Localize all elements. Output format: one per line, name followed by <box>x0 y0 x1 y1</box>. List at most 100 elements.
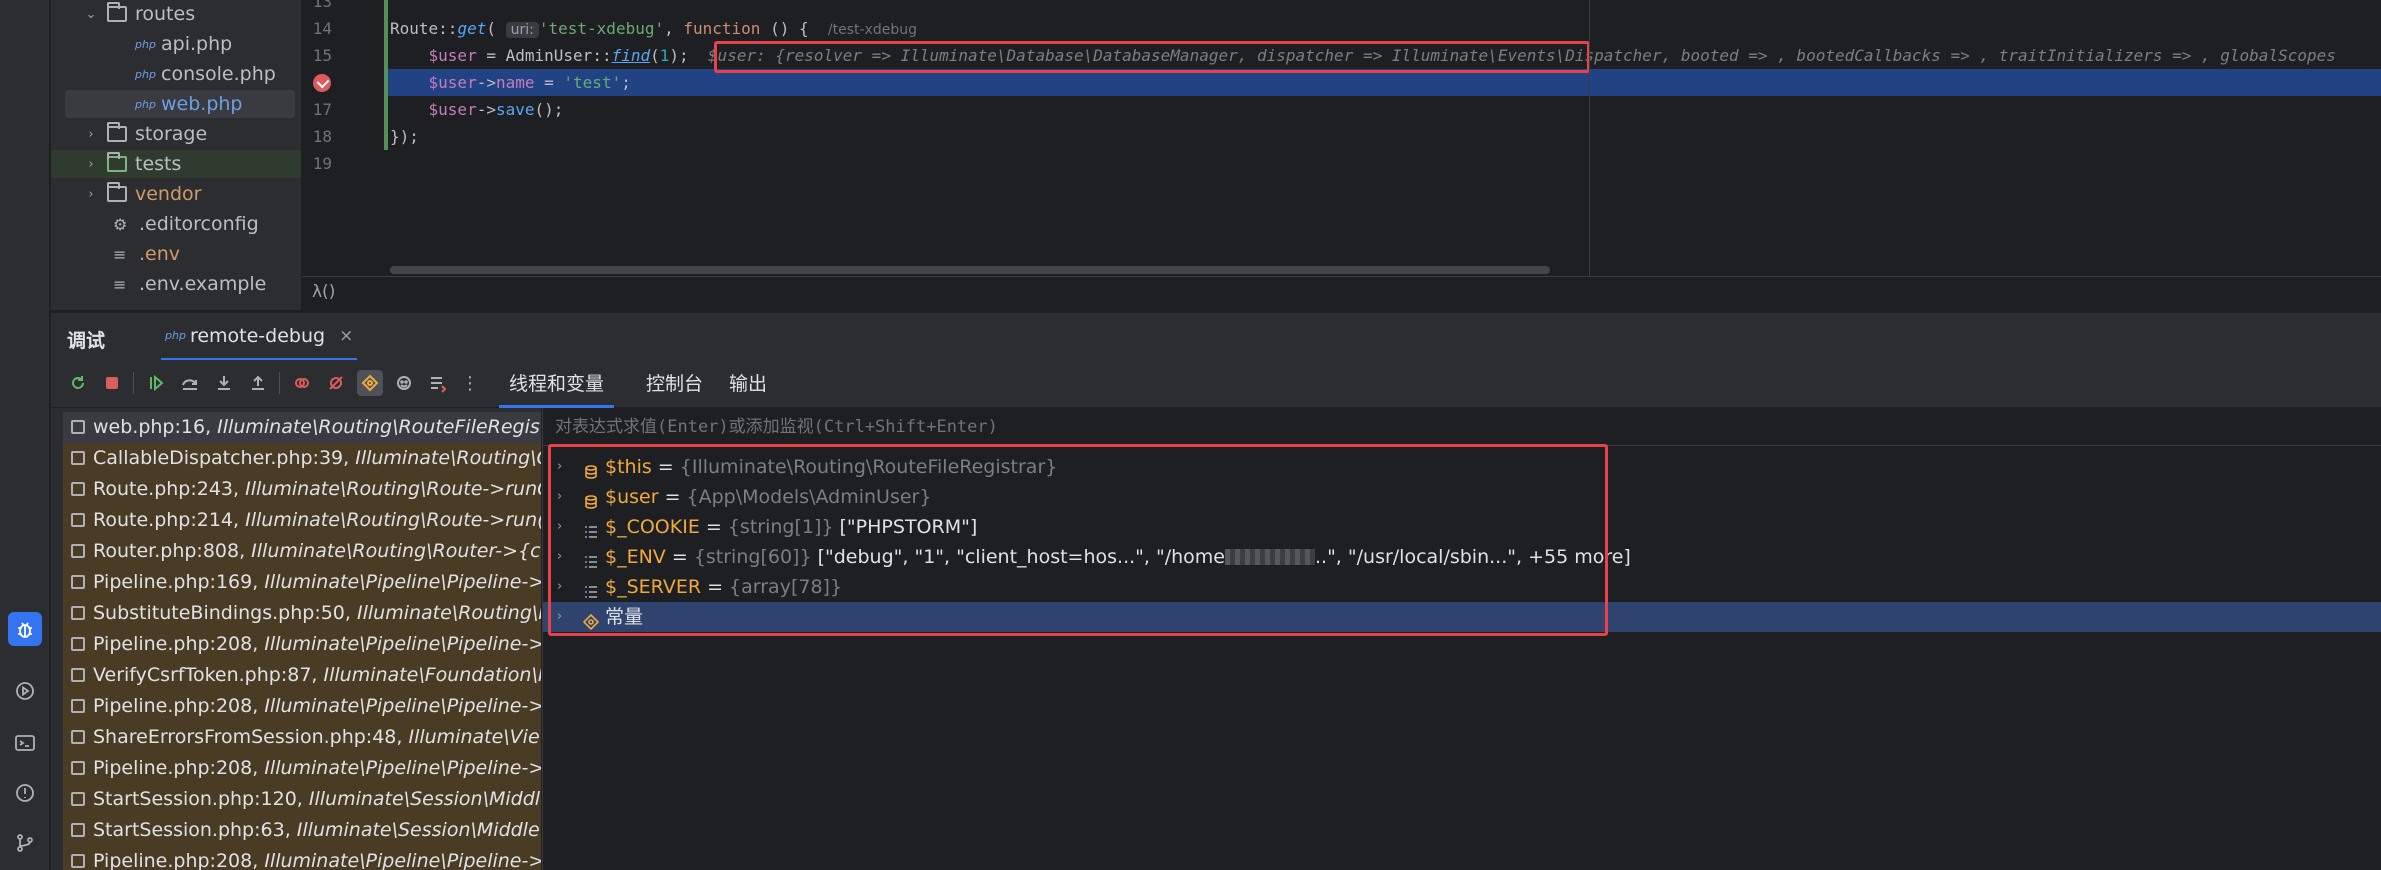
breakpoint-icon[interactable] <box>313 74 331 92</box>
chevron-right-icon[interactable]: › <box>557 482 562 512</box>
stack-frame[interactable]: CallableDispatcher.php:39, Illuminate\Ro… <box>63 443 541 474</box>
variable-value-tail: ..", "/usr/local/sbin...", +55 more] <box>1314 546 1631 568</box>
stack-frame[interactable]: Pipeline.php:169, Illuminate\Pipeline\Pi… <box>63 567 541 598</box>
break-at-first-line-icon[interactable] <box>357 370 383 396</box>
chevron-right-icon[interactable]: › <box>557 512 562 542</box>
variable-row[interactable]: › 常量 <box>543 602 2381 632</box>
variable-equals: = <box>665 546 694 568</box>
stack-frame[interactable]: Route.php:214, Illuminate\Routing\Route-… <box>63 505 541 536</box>
frame-icon <box>71 482 85 496</box>
close-icon[interactable]: × <box>339 326 353 346</box>
stack-frame[interactable]: Router.php:808, Illuminate\Routing\Route… <box>63 536 541 567</box>
variable-row[interactable]: › $_COOKIE = {string[1]} ["PHPSTORM"] <box>543 512 2381 542</box>
chevron-right-icon[interactable]: › <box>557 572 562 602</box>
variable-row[interactable]: › $this = {Illuminate\Routing\RouteFileRe… <box>543 452 2381 482</box>
tree-folder-vendor[interactable]: › vendor <box>83 180 293 208</box>
tree-label: api.php <box>161 33 233 55</box>
tab-output[interactable]: 输出 <box>719 360 777 408</box>
code-line-17[interactable]: $user->save(); <box>390 96 564 123</box>
resume-icon[interactable] <box>143 370 169 396</box>
stack-frame[interactable]: Pipeline.php:208, Illuminate\Pipeline\Pi… <box>63 691 541 722</box>
step-into-icon[interactable] <box>211 370 237 396</box>
settings-list-icon[interactable] <box>425 370 451 396</box>
variable-content: $_SERVER = {array[78]} <box>605 572 842 602</box>
tree-file-env[interactable]: ≡ .env <box>113 240 293 268</box>
stack-frame[interactable]: StartSession.php:63, Illuminate\Session\… <box>63 815 541 846</box>
run-icon[interactable] <box>8 674 42 708</box>
variable-row[interactable]: › $user = {App\Models\AdminUser} <box>543 482 2381 512</box>
tab-console[interactable]: 控制台 <box>636 360 713 408</box>
tree-folder-storage[interactable]: › storage <box>83 120 293 148</box>
git-icon[interactable] <box>8 826 42 860</box>
debug-session-tab[interactable]: php remote-debug × <box>161 313 358 361</box>
code-line-14[interactable]: Route::get( uri:'test-xdebug', function … <box>390 15 917 42</box>
problems-icon[interactable] <box>8 776 42 810</box>
frame-location: Illuminate\Pipeline\Pipeline->{closure <box>264 633 541 655</box>
tree-file-env-example[interactable]: ≡ .env.example <box>113 270 293 298</box>
chevron-right-icon[interactable]: › <box>557 602 562 632</box>
tab-threads-variables[interactable]: 线程和变量 <box>499 360 615 408</box>
tree-label: .env.example <box>139 273 267 295</box>
folder-icon <box>107 182 127 202</box>
stack-frame[interactable]: SubstituteBindings.php:50, Illuminate\Ro… <box>63 598 541 629</box>
tree-folder-routes[interactable]: ⌄ routes <box>83 0 293 28</box>
variable-type: {App\Models\AdminUser} <box>686 486 932 508</box>
frames-list: web.php:16, Illuminate\Routing\RouteFile… <box>51 408 541 870</box>
variables-panel: 对表达式求值(Enter)或添加监视(Ctrl+Shift+Enter) › $t… <box>542 408 2381 870</box>
editor-horizontal-scrollbar[interactable] <box>390 266 1550 274</box>
stack-frame[interactable]: VerifyCsrfToken.php:87, Illuminate\Found… <box>63 660 541 691</box>
frame-location: Illuminate\Pipeline\Pipeline->{closure <box>264 695 541 717</box>
variable-row[interactable]: › $_SERVER = {array[78]} <box>543 572 2381 602</box>
more-options-icon[interactable]: ⋮ <box>457 370 483 396</box>
frame-icon <box>71 823 85 837</box>
variable-name: $this <box>605 456 652 478</box>
inline-debug-value[interactable]: $user: {resolver => Illuminate\Database\… <box>708 46 2336 65</box>
code-line-16[interactable]: $user->name = 'test'; <box>390 69 631 96</box>
stack-frame[interactable]: ShareErrorsFromSession.php:48, Illuminat… <box>63 722 541 753</box>
rerun-icon[interactable] <box>65 370 91 396</box>
variable-type: {Illuminate\Routing\RouteFileRegistrar} <box>679 456 1058 478</box>
stack-frame[interactable]: web.php:16, Illuminate\Routing\RouteFile… <box>63 412 541 443</box>
chevron-right-icon[interactable]: › <box>557 542 562 572</box>
variable-content: $_COOKIE = {string[1]} ["PHPSTORM"] <box>605 512 977 542</box>
tree-folder-tests[interactable]: › tests <box>51 150 301 178</box>
chevron-right-icon[interactable]: › <box>557 452 562 482</box>
tree-label: web.php <box>161 93 243 115</box>
view-breakpoints-icon[interactable] <box>289 370 315 396</box>
stack-frame[interactable]: Pipeline.php:208, Illuminate\Pipeline\Pi… <box>63 846 541 870</box>
tree-file-api[interactable]: php api.php <box>135 30 295 58</box>
frame-location: Illuminate\Pipeline\Pipeline->{closure <box>264 757 541 779</box>
stack-frame[interactable]: Pipeline.php:208, Illuminate\Pipeline\Pi… <box>63 629 541 660</box>
code-line-15[interactable]: $user = AdminUser::find(1); $user: {reso… <box>390 42 2336 69</box>
variable-row[interactable]: › $_ENV = {string[60]} ["debug", "1", "cl… <box>543 542 2381 572</box>
frame-icon <box>71 544 85 558</box>
route-url-hint[interactable]: /test-xdebug <box>828 22 917 38</box>
tree-file-editorconfig[interactable]: ⚙ .editorconfig <box>113 210 293 238</box>
code-line-18[interactable]: }); <box>390 123 419 150</box>
step-over-icon[interactable] <box>177 370 203 396</box>
mute-breakpoints-icon[interactable] <box>323 370 349 396</box>
stack-frame[interactable]: StartSession.php:120, Illuminate\Session… <box>63 784 541 815</box>
code-editor[interactable]: 13 14 15 16 17 18 19 Route::get( uri:'te… <box>302 0 2381 312</box>
stack-frame[interactable]: Route.php:243, Illuminate\Routing\Route-… <box>63 474 541 505</box>
tree-file-web[interactable]: php web.php <box>65 90 295 118</box>
listen-debug-connections-icon[interactable] <box>391 370 417 396</box>
tree-label: .editorconfig <box>139 213 259 235</box>
debug-tool-window-header: 调试 php remote-debug × <box>51 312 2381 361</box>
breadcrumb-lambda[interactable]: λ() <box>312 282 335 302</box>
text-file-icon: ≡ <box>113 244 127 264</box>
chevron-right-icon: › <box>88 126 94 142</box>
debug-bug-icon[interactable] <box>8 612 42 646</box>
step-out-icon[interactable] <box>245 370 271 396</box>
tree-label: .env <box>139 243 181 265</box>
folder-icon <box>107 2 127 22</box>
evaluate-expression-input[interactable]: 对表达式求值(Enter)或添加监视(Ctrl+Shift+Enter) <box>543 408 2381 446</box>
stack-frame[interactable]: Pipeline.php:208, Illuminate\Pipeline\Pi… <box>63 753 541 784</box>
tree-file-console[interactable]: php console.php <box>135 60 301 88</box>
frame-file: Route.php:214, <box>93 509 246 531</box>
frame-location: Illuminate\Routing\RouteFileRegistrar->{… <box>217 416 541 438</box>
stop-icon[interactable] <box>99 370 125 396</box>
terminal-icon[interactable] <box>8 726 42 760</box>
tree-label: tests <box>135 153 182 175</box>
editor-gutter[interactable]: 13 14 15 16 17 18 19 <box>302 0 388 270</box>
